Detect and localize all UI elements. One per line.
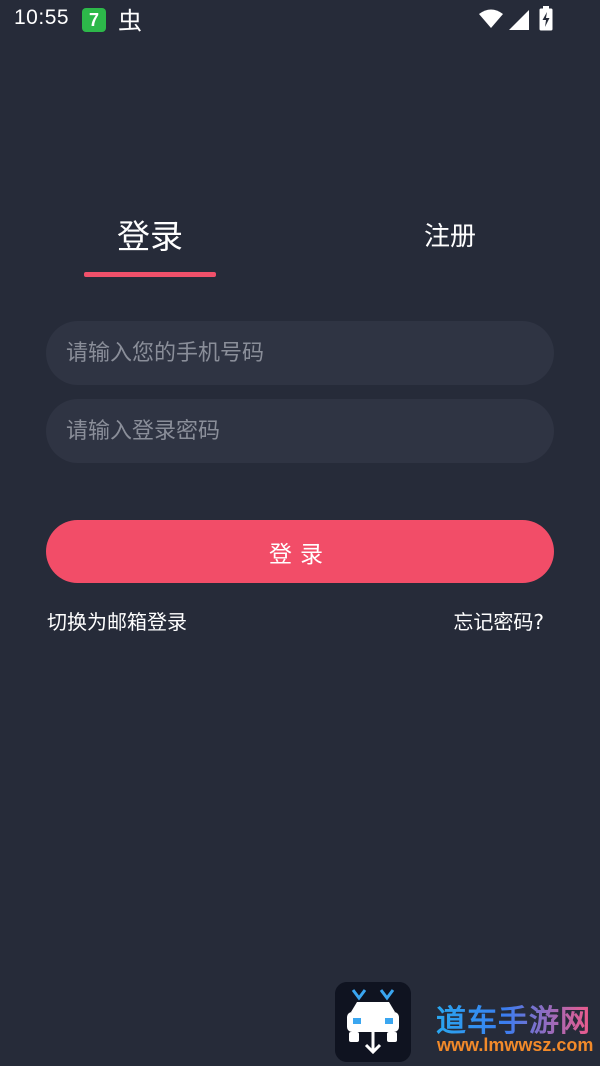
watermark-logo-icon [335, 982, 411, 1062]
status-time: 10:55 [14, 6, 70, 29]
tab-login-label: 登录 [117, 217, 183, 256]
login-button[interactable]: 登录 [46, 520, 554, 583]
tab-register-label: 注册 [423, 222, 476, 252]
bug-icon: 虫 [118, 7, 142, 33]
signal-icon [509, 10, 529, 30]
login-screen: 10:55 7 虫 登录 注册 登录 切换为邮箱登录 忘记密码? [0, 0, 600, 1066]
status-bar: 10:55 7 虫 [0, 0, 600, 42]
switch-to-email-link[interactable]: 切换为邮箱登录 [47, 606, 187, 635]
wifi-icon [479, 9, 503, 28]
phone-input[interactable] [46, 321, 554, 385]
watermark-url: www.lmwwsz.com [437, 1035, 594, 1055]
tab-active-indicator [84, 272, 216, 277]
password-input[interactable] [46, 399, 554, 463]
svg-text:虫: 虫 [118, 7, 142, 33]
tab-register[interactable]: 注册 [390, 212, 510, 282]
seven-app-icon: 7 [82, 8, 106, 32]
watermark-title: 道车手游网 [436, 996, 591, 1040]
forgot-password-link[interactable]: 忘记密码? [453, 606, 544, 635]
battery-charging-icon [539, 6, 553, 31]
